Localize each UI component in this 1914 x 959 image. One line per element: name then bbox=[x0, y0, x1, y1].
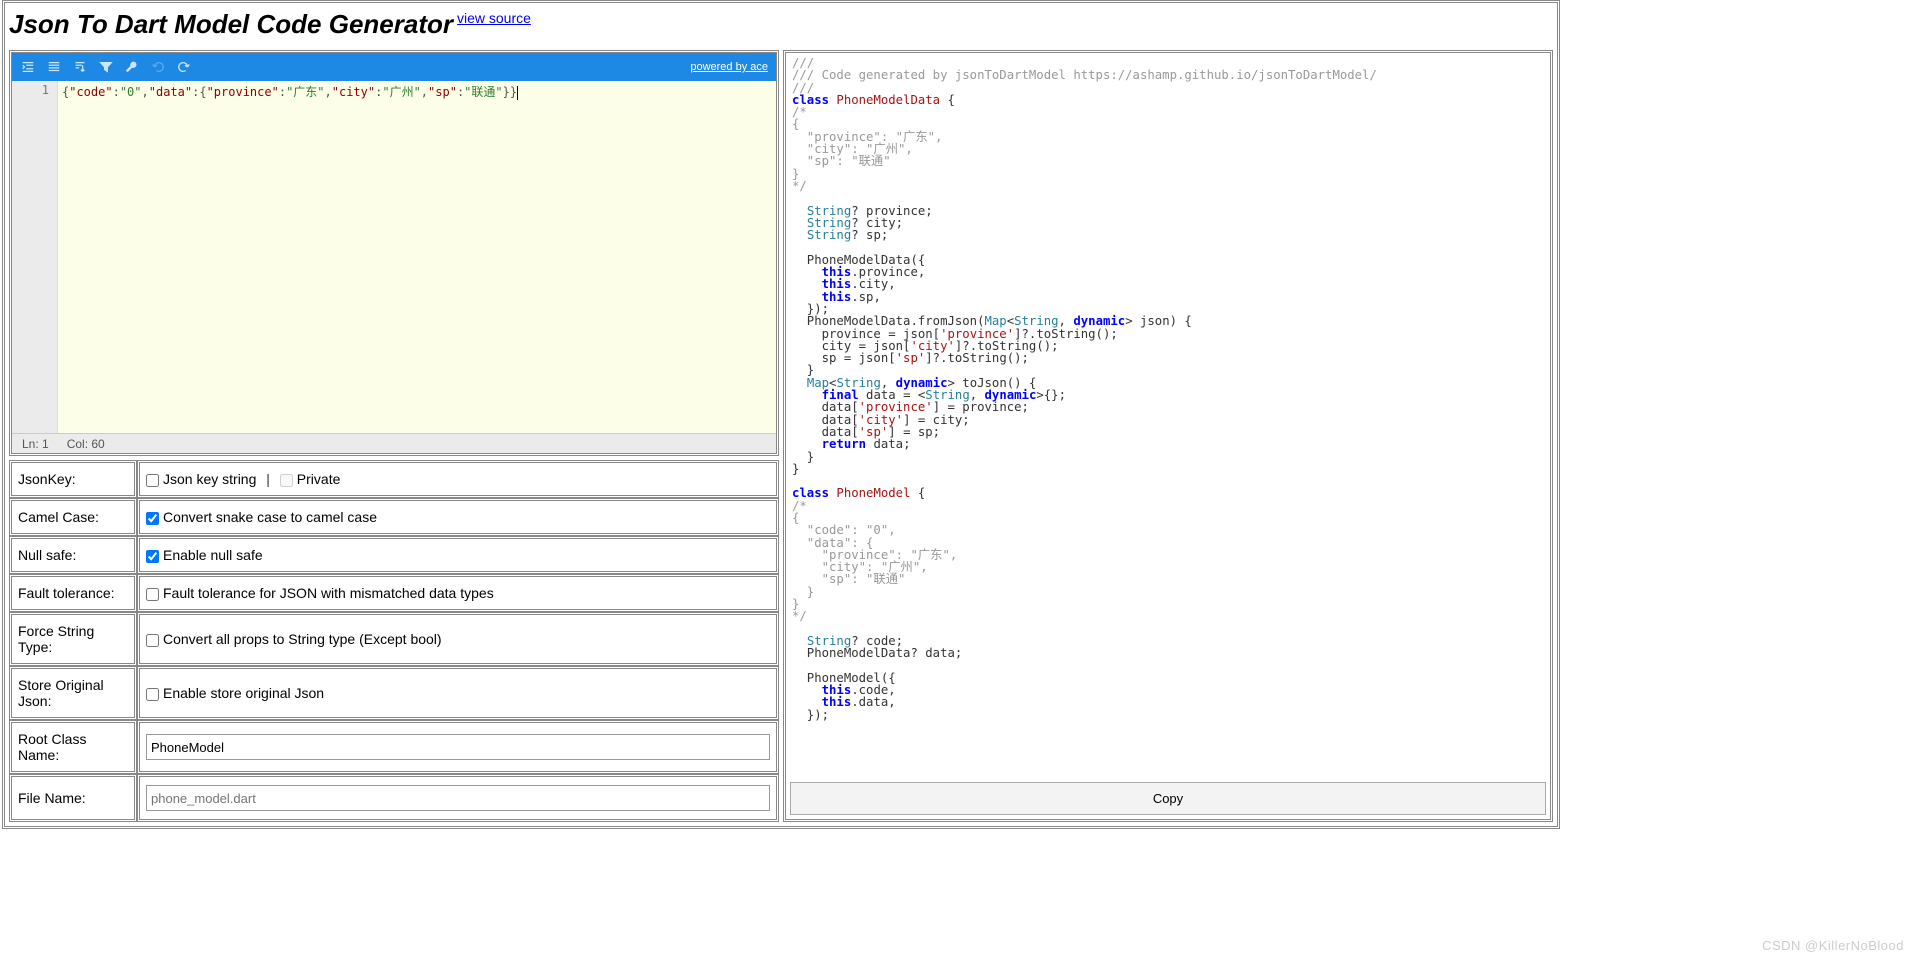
nullsafe-label: Null safe: bbox=[9, 536, 137, 574]
jsonkey-cell: Json key string | Private bbox=[137, 460, 779, 498]
camel-checkbox[interactable] bbox=[146, 512, 159, 525]
jsonkey-label: JsonKey: bbox=[9, 460, 137, 498]
store-checkbox-label[interactable]: Enable store original Json bbox=[146, 685, 324, 701]
view-source-link[interactable]: view source bbox=[457, 10, 531, 26]
watermark: CSDN @KillerNoBlood bbox=[1762, 938, 1904, 953]
line-indicator: Ln: 1 bbox=[22, 437, 49, 451]
camel-checkbox-label[interactable]: Convert snake case to camel case bbox=[146, 509, 377, 525]
editor-status-bar: Ln: 1 Col: 60 bbox=[12, 433, 776, 453]
json-input-area[interactable]: {"code":"0","data":{"province":"广东","cit… bbox=[58, 81, 776, 433]
private-checkbox bbox=[280, 474, 293, 487]
powered-by-link[interactable]: powered by ace bbox=[690, 61, 768, 73]
filter-icon[interactable] bbox=[98, 59, 114, 75]
nullsafe-checkbox[interactable] bbox=[146, 550, 159, 563]
outdent-icon[interactable] bbox=[46, 59, 62, 75]
copy-button[interactable]: Copy bbox=[790, 782, 1546, 815]
page-title: Json To Dart Model Code Generator bbox=[9, 9, 453, 40]
store-checkbox[interactable] bbox=[146, 688, 159, 701]
sort-icon[interactable] bbox=[72, 59, 88, 75]
force-checkbox[interactable] bbox=[146, 634, 159, 647]
wrench-icon[interactable] bbox=[124, 59, 140, 75]
nullsafe-checkbox-label[interactable]: Enable null safe bbox=[146, 547, 263, 563]
fault-label: Fault tolerance: bbox=[9, 574, 137, 612]
root-label: Root Class Name: bbox=[9, 720, 137, 774]
jsonkey-checkbox[interactable] bbox=[146, 474, 159, 487]
file-name-input[interactable] bbox=[146, 785, 770, 811]
jsonkey-checkbox-label[interactable]: Json key string bbox=[146, 471, 256, 487]
dart-output[interactable]: /// /// Code generated by jsonToDartMode… bbox=[786, 53, 1550, 778]
redo-icon[interactable] bbox=[176, 59, 192, 75]
private-checkbox-label[interactable]: Private bbox=[280, 471, 341, 487]
root-class-input[interactable] bbox=[146, 734, 770, 760]
undo-icon[interactable] bbox=[150, 59, 166, 75]
camel-label: Camel Case: bbox=[9, 498, 137, 536]
fault-checkbox[interactable] bbox=[146, 588, 159, 601]
editor-toolbar: powered by ace bbox=[12, 53, 776, 81]
store-label: Store Original Json: bbox=[9, 666, 137, 720]
pipe-sep: | bbox=[266, 471, 270, 487]
indent-icon[interactable] bbox=[20, 59, 36, 75]
force-label: Force String Type: bbox=[9, 612, 137, 666]
force-checkbox-label[interactable]: Convert all props to String type (Except… bbox=[146, 631, 442, 647]
json-editor: powered by ace 1 {"code":"0","data":{"pr… bbox=[9, 50, 779, 456]
file-label: File Name: bbox=[9, 774, 137, 822]
col-indicator: Col: 60 bbox=[67, 437, 105, 451]
line-gutter: 1 bbox=[12, 81, 58, 433]
fault-checkbox-label[interactable]: Fault tolerance for JSON with mismatched… bbox=[146, 585, 494, 601]
